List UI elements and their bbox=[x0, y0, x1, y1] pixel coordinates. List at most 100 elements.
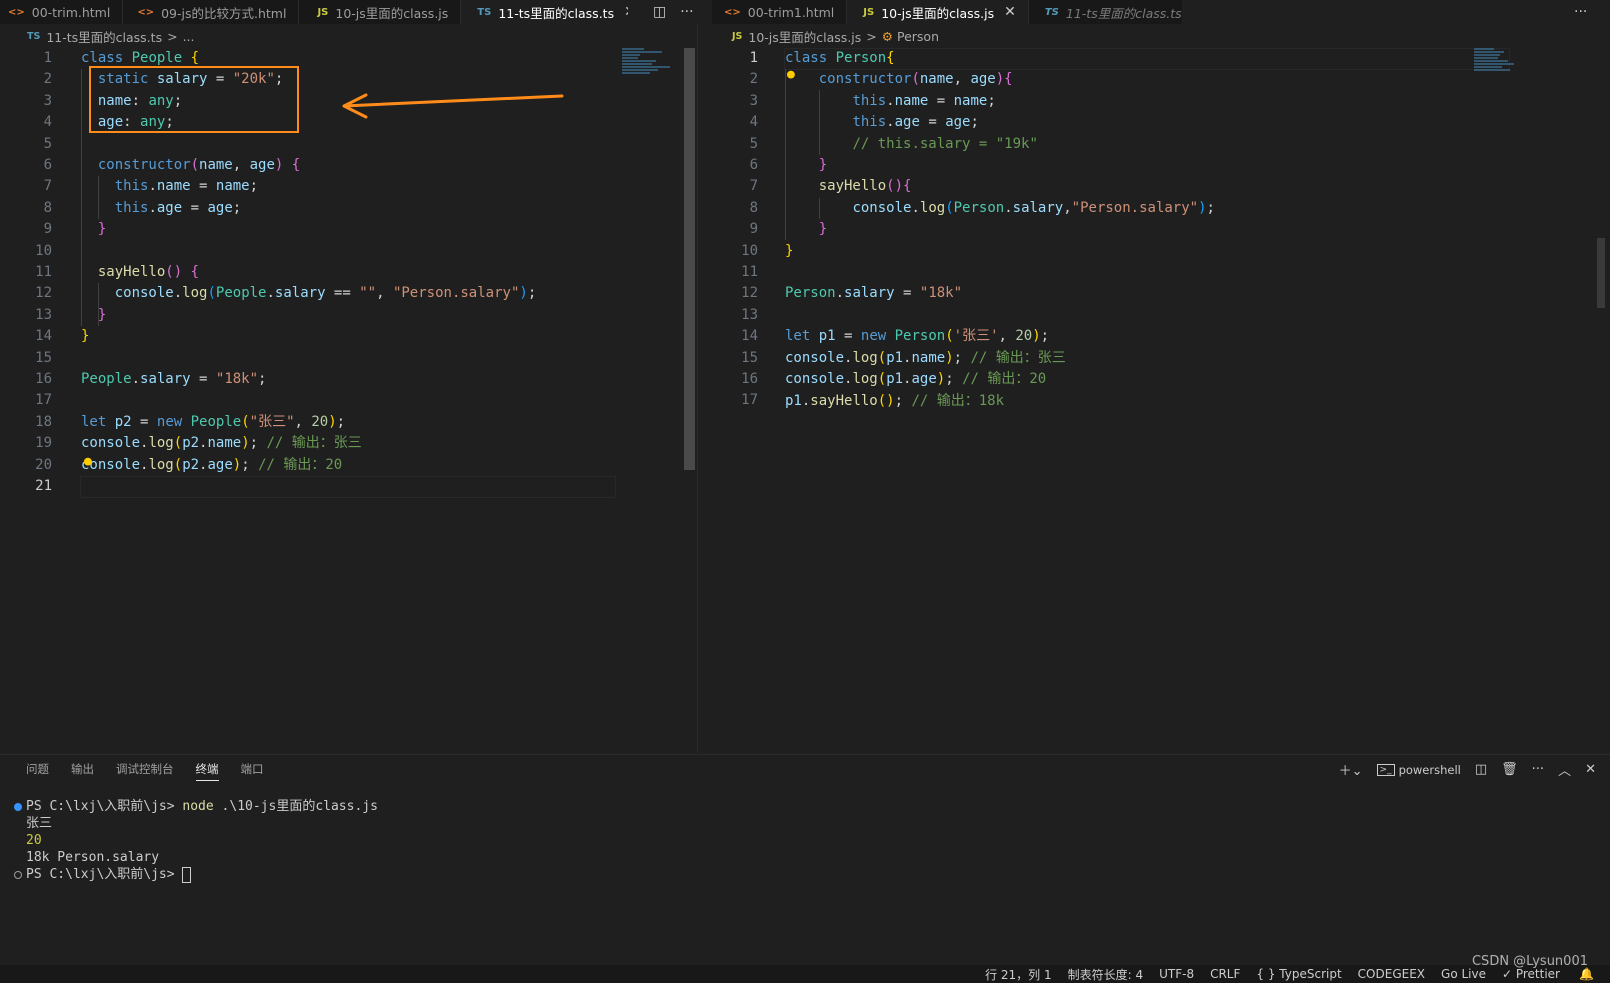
line-number: 10 bbox=[741, 242, 758, 259]
right-editor[interactable]: 1 2 3 4 5 6 7 8 9 10 11 12 13 14 15 16 1… bbox=[712, 48, 1610, 753]
minimap-right[interactable] bbox=[1474, 48, 1534, 72]
line-number: 8 bbox=[43, 199, 52, 216]
tab-10-js-active[interactable]: JS 10-js里面的class.js ✕ bbox=[847, 0, 1029, 24]
more-actions-icon[interactable]: ··· bbox=[1574, 4, 1587, 20]
split-terminal-icon[interactable]: ◫ bbox=[1475, 762, 1487, 777]
breadcrumb-left: TS 11-ts里面的class.ts > ... bbox=[27, 28, 195, 45]
left-scrollbar-thumb[interactable] bbox=[684, 48, 695, 470]
line-number: 3 bbox=[749, 92, 758, 109]
language-mode[interactable]: { } TypeScript bbox=[1256, 967, 1341, 981]
line-number: 9 bbox=[749, 221, 758, 238]
breadcrumb-right: JS 10-js里面的class.js > ⚙ Person bbox=[732, 28, 940, 45]
more-actions-icon[interactable]: ··· bbox=[1532, 762, 1544, 777]
terminal-cursor bbox=[182, 866, 192, 883]
tab-00-trim1[interactable]: <> 00-trim1.html bbox=[712, 0, 848, 24]
line-number: 13 bbox=[35, 306, 52, 323]
html-file-icon: <> bbox=[724, 6, 741, 18]
line-number: 17 bbox=[741, 392, 758, 409]
command-pending-dot-icon bbox=[14, 870, 22, 879]
line-number: 6 bbox=[43, 157, 52, 173]
more-actions-icon[interactable]: ··· bbox=[680, 4, 693, 20]
tab-11-ts-preview[interactable]: TS 11-ts里面的class.ts bbox=[1029, 0, 1182, 24]
status-bar: 行 21，列 1 制表符长度: 4 UTF-8 CRLF { } TypeScr… bbox=[0, 965, 1610, 983]
line-number-current: 1 bbox=[749, 50, 758, 66]
maximize-panel-icon[interactable]: ︿ bbox=[1558, 760, 1571, 779]
right-scrollbar-thumb[interactable] bbox=[1597, 238, 1605, 308]
line-number: 8 bbox=[749, 199, 758, 216]
close-icon[interactable]: ✕ bbox=[1004, 4, 1016, 20]
tab-output[interactable]: 输出 bbox=[71, 761, 94, 781]
new-terminal-icon[interactable]: ＋⌄ bbox=[1339, 760, 1363, 779]
line-number: 15 bbox=[35, 349, 52, 366]
line-number: 5 bbox=[749, 135, 758, 152]
code-js[interactable]: class Person{ constructor(name, age){ th… bbox=[785, 48, 1215, 412]
right-tab-actions: ··· bbox=[1574, 0, 1587, 24]
line-number: 11 bbox=[35, 264, 52, 280]
line-ending[interactable]: CRLF bbox=[1210, 967, 1240, 981]
ts-file-icon: TS bbox=[477, 6, 492, 18]
encoding[interactable]: UTF-8 bbox=[1159, 967, 1194, 981]
current-line-highlight bbox=[80, 476, 616, 498]
line-number: 16 bbox=[741, 371, 758, 387]
terminal-line: 18k Person.salary bbox=[26, 850, 160, 865]
line-number: 12 bbox=[35, 285, 52, 302]
tab-11-ts-active[interactable]: TS11-ts里面的class.ts✕ bbox=[461, 0, 628, 24]
line-number: 7 bbox=[43, 178, 52, 195]
js-file-icon: JS bbox=[317, 6, 329, 18]
trash-icon[interactable]: 🗑 bbox=[1501, 762, 1518, 777]
arrow-annotation bbox=[342, 93, 564, 119]
line-number: 7 bbox=[749, 178, 758, 195]
bell-icon[interactable]: 🔔 bbox=[1579, 967, 1594, 981]
line-number: 14 bbox=[35, 328, 52, 345]
tab-ports[interactable]: 端口 bbox=[241, 761, 264, 781]
line-number: 4 bbox=[749, 114, 758, 131]
terminal-panel: 问题 输出 调试控制台 终端 端口 ＋⌄ >_ powershell ◫ 🗑 ·… bbox=[0, 754, 1610, 971]
tab-00-trim[interactable]: <> 00-trim.html bbox=[0, 0, 124, 24]
terminal-line: PS C:\lxj\入职前\js> bbox=[14, 866, 378, 883]
line-number: 18 bbox=[35, 413, 52, 430]
right-tab-bar: <> 00-trim1.html JS 10-js里面的class.js ✕ TS 11… bbox=[712, 0, 1182, 24]
ts-file-icon: TS bbox=[1044, 6, 1059, 18]
line-number: 19 bbox=[35, 435, 52, 452]
tab-terminal[interactable]: 终端 bbox=[195, 761, 219, 781]
left-editor[interactable]: 1 2 3 4 5 6 7 8 9 10 11 12 13 14 15 16 1… bbox=[0, 48, 696, 753]
indentation[interactable]: 制表符长度: 4 bbox=[1068, 966, 1144, 983]
terminal-line: 张三 bbox=[26, 816, 53, 831]
codegeex-status[interactable]: CODEGEEX bbox=[1358, 967, 1425, 981]
class-symbol-icon: ⚙ bbox=[881, 28, 893, 44]
line-number: 1 bbox=[43, 50, 52, 66]
tab-10-js[interactable]: JS 10-js里面的class.js bbox=[299, 0, 462, 24]
html-file-icon: <> bbox=[137, 6, 155, 18]
lightbulb-icon[interactable]: ● bbox=[84, 454, 92, 469]
line-number: 4 bbox=[43, 114, 52, 131]
terminal-icon: >_ bbox=[1376, 763, 1395, 776]
go-live[interactable]: Go Live bbox=[1441, 967, 1486, 981]
line-number-current: 21 bbox=[35, 478, 52, 494]
prettier-status[interactable]: ✓ Prettier bbox=[1502, 967, 1560, 981]
line-number: 11 bbox=[741, 264, 758, 280]
line-number: 16 bbox=[35, 371, 52, 387]
minimap-left[interactable] bbox=[622, 48, 678, 75]
split-editor-icon[interactable]: ◫ bbox=[653, 4, 666, 20]
cursor-position[interactable]: 行 21，列 1 bbox=[985, 966, 1052, 983]
panel-actions: ＋⌄ >_ powershell ◫ 🗑 ··· ︿ ✕ bbox=[1339, 760, 1596, 779]
tab-debug-console[interactable]: 调试控制台 bbox=[116, 761, 174, 781]
terminal-output[interactable]: PS C:\lxj\入职前\js> node .\10-js里面的class.j… bbox=[14, 798, 378, 883]
left-tab-bar: <> 00-trim.html <> 09-js的比较方式.html JS 10-js… bbox=[0, 0, 628, 24]
html-file-icon: <> bbox=[8, 6, 25, 18]
line-number: 2 bbox=[43, 71, 52, 88]
line-number: 10 bbox=[35, 242, 52, 259]
tab-09-js[interactable]: <> 09-js的比较方式.html bbox=[123, 0, 300, 24]
line-number: 5 bbox=[43, 135, 52, 152]
left-tab-actions: ◫ ··· bbox=[653, 0, 694, 24]
terminal-shell-name[interactable]: powershell bbox=[1399, 763, 1461, 777]
terminal-line: PS C:\lxj\入职前\js> node .\10-js里面的class.j… bbox=[14, 798, 378, 815]
terminal-line: 20 bbox=[26, 833, 42, 848]
close-icon[interactable]: ✕ bbox=[624, 4, 628, 20]
line-number: 15 bbox=[741, 349, 758, 366]
editor-group-divider[interactable] bbox=[697, 24, 698, 753]
close-panel-icon[interactable]: ✕ bbox=[1585, 762, 1596, 777]
watermark: CSDN @Lysun001 bbox=[1471, 954, 1588, 969]
tab-problems[interactable]: 问题 bbox=[26, 761, 49, 781]
js-file-icon: JS bbox=[863, 6, 875, 18]
